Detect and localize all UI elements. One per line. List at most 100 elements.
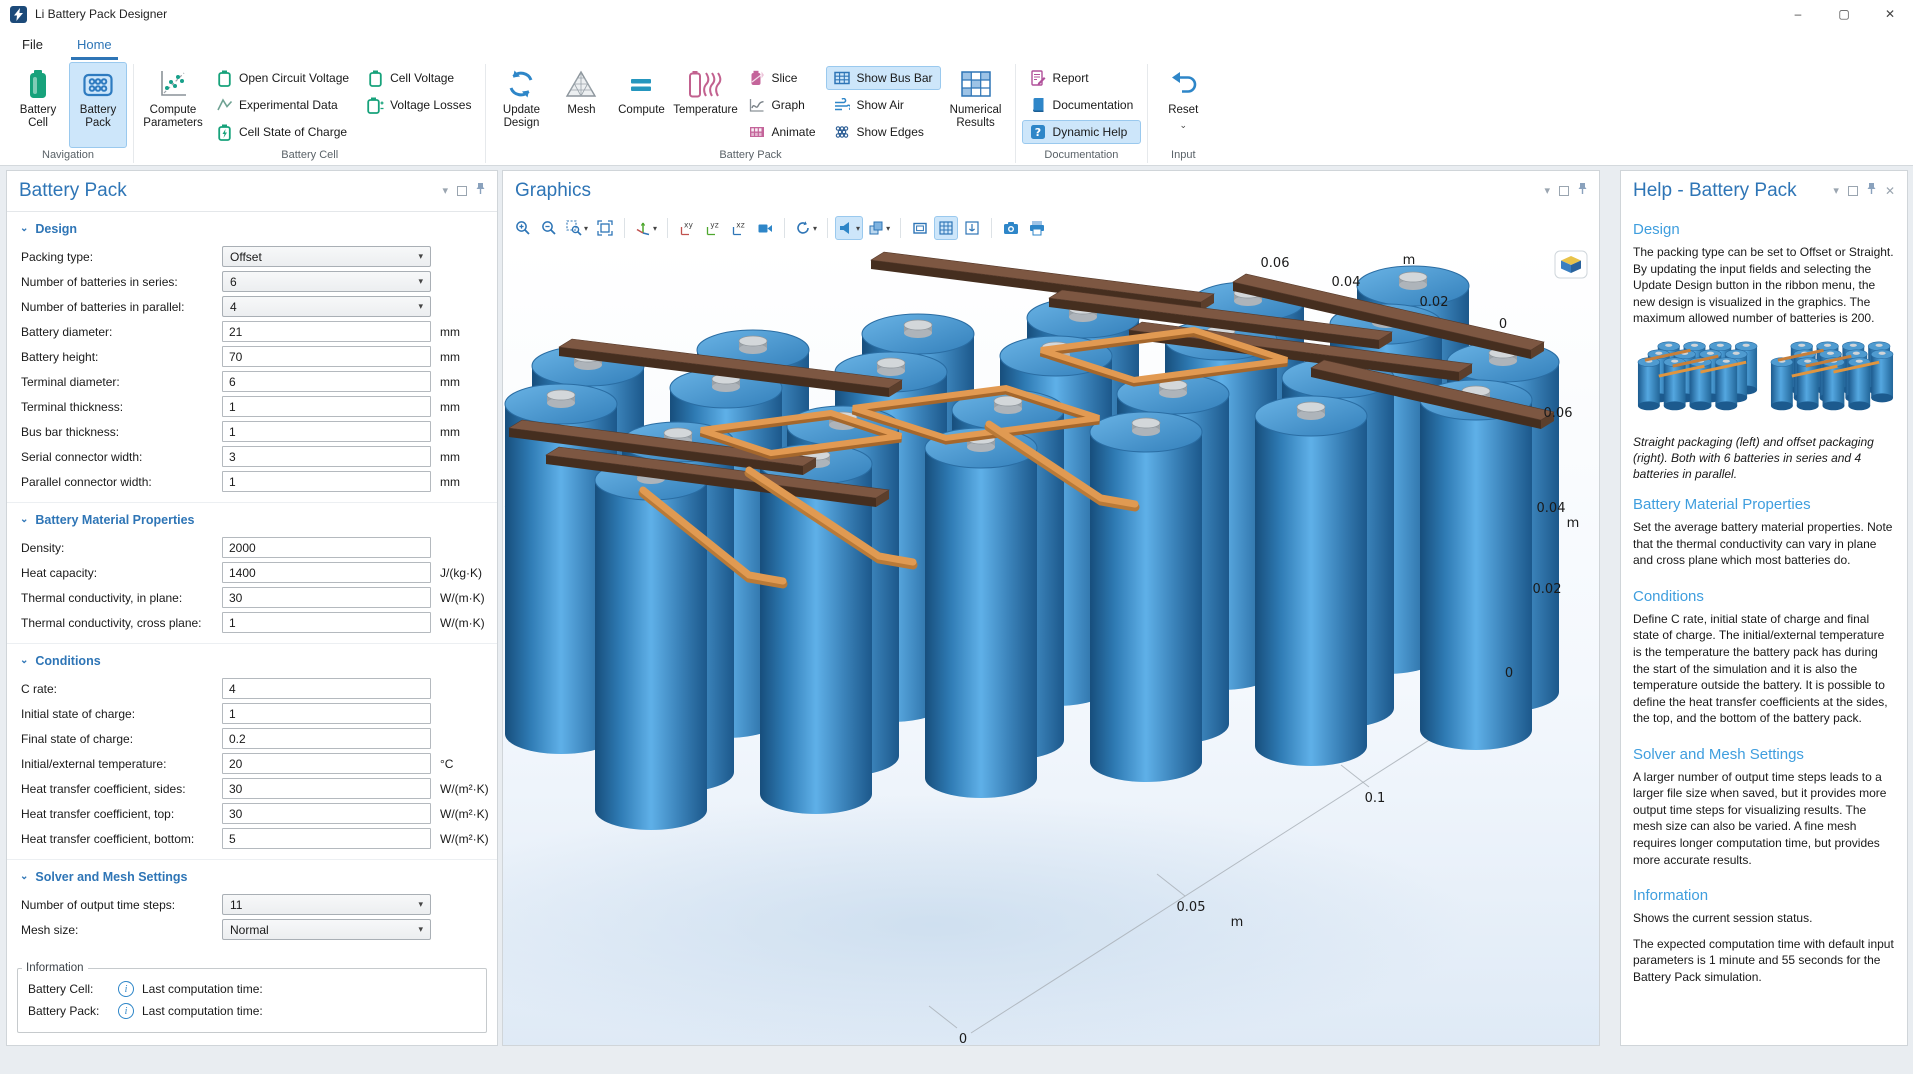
minimize-button[interactable]: – xyxy=(1775,0,1821,28)
tab-home[interactable]: Home xyxy=(71,33,118,60)
zoom-out-button[interactable] xyxy=(537,216,561,240)
heat-transfer-coefficient-bottom-input[interactable] xyxy=(222,828,431,849)
cell-state-of-charge-button[interactable]: Cell State of Charge xyxy=(208,120,357,144)
mesh-size-select[interactable]: Normal▾ xyxy=(222,919,431,940)
close-button[interactable]: ✕ xyxy=(1867,0,1913,28)
cell-voltage-icon xyxy=(367,70,384,87)
help-paragraph: Shows the current session status. xyxy=(1633,910,1895,927)
chevron-down-icon[interactable]: ▾ xyxy=(1544,186,1550,196)
battery-diameter-input[interactable] xyxy=(222,321,431,342)
section-heading-solver-and-mesh-settings[interactable]: ⌄Solver and Mesh Settings xyxy=(7,860,497,892)
view-yz-button[interactable]: yz xyxy=(701,216,725,240)
cell-voltage-button[interactable]: Cell Voltage xyxy=(359,66,479,90)
bus-bar-thickness-input[interactable] xyxy=(222,421,431,442)
heat-transfer-coefficient-sides-input[interactable] xyxy=(222,778,431,799)
slice-button[interactable]: Slice xyxy=(740,66,823,90)
experimental-data-button[interactable]: Experimental Data xyxy=(208,93,357,117)
compute-button[interactable]: Compute xyxy=(612,62,670,148)
print-icon xyxy=(1029,220,1045,236)
thermal-conductivity-in-plane-input[interactable] xyxy=(222,587,431,608)
mesh-button[interactable]: Mesh xyxy=(552,62,610,148)
temperature-button[interactable]: Temperature xyxy=(672,62,738,148)
print-button[interactable] xyxy=(1025,216,1049,240)
parallel-connector-width-input[interactable] xyxy=(222,471,431,492)
show-edges-icon xyxy=(834,125,851,139)
zoom-box-button[interactable]: ▾ xyxy=(563,216,591,240)
number-of-batteries-in-parallel-select[interactable]: 4▾ xyxy=(222,296,431,317)
update-design-button[interactable]: Update Design xyxy=(492,62,550,148)
section-heading-conditions[interactable]: ⌄Conditions xyxy=(7,644,497,676)
rotate-button[interactable]: ▾ xyxy=(792,216,820,240)
view-xz-button[interactable]: xz xyxy=(727,216,751,240)
float-panel-icon[interactable] xyxy=(1559,186,1569,196)
chevron-down-icon: ▾ xyxy=(418,924,423,935)
initial-state-of-charge-input[interactable] xyxy=(222,703,431,724)
tab-file[interactable]: File xyxy=(16,33,49,60)
number-of-batteries-in-series-select[interactable]: 6▾ xyxy=(222,271,431,292)
report-button[interactable]: Report xyxy=(1022,66,1142,90)
default-view-icon xyxy=(838,220,854,236)
show-air-button[interactable]: Show Air xyxy=(826,93,941,117)
initial-external-temperature-input[interactable] xyxy=(222,753,431,774)
heat-transfer-coefficient-top-input[interactable] xyxy=(222,803,431,824)
pin-icon[interactable] xyxy=(1578,182,1587,200)
open-circuit-voltage-button[interactable]: Open Circuit Voltage xyxy=(208,66,357,90)
graph-button[interactable]: Graph xyxy=(740,93,823,117)
show-axis-button[interactable] xyxy=(960,216,984,240)
chevron-down-icon: ▾ xyxy=(653,224,657,233)
battery-pack-button[interactable]: Battery Pack xyxy=(69,62,127,148)
field-row: Terminal thickness:mm xyxy=(7,394,497,419)
cell-voltage-label: Cell Voltage xyxy=(390,71,454,85)
battery-pack-icon xyxy=(83,68,113,100)
thermal-conductivity-cross-plane-input[interactable] xyxy=(222,612,431,633)
show-edges-button[interactable]: Show Edges xyxy=(826,120,941,144)
scene-light-button[interactable]: ▾ xyxy=(865,216,893,240)
svg-text:0.04: 0.04 xyxy=(1332,275,1361,290)
battery-cell-button[interactable]: Battery Cell xyxy=(9,62,67,148)
chevron-down-icon[interactable]: ▾ xyxy=(1833,186,1839,196)
packing-type-select[interactable]: Offset▾ xyxy=(222,246,431,267)
view-cube-widget[interactable] xyxy=(1555,251,1587,278)
screenshot-button[interactable] xyxy=(999,216,1023,240)
voltage-losses-button[interactable]: Voltage Losses xyxy=(359,93,479,117)
chevron-down-icon[interactable]: ▾ xyxy=(442,186,448,196)
zoom-extents-button[interactable] xyxy=(593,216,617,240)
perspective-button[interactable] xyxy=(753,216,777,240)
graphics-canvas[interactable]: 0.060.040.0200.060.040.0200.10.050mmm xyxy=(503,245,1599,1045)
numerical-results-button[interactable]: Numerical Results xyxy=(943,62,1009,148)
float-panel-icon[interactable] xyxy=(1848,186,1858,196)
default-view-button[interactable]: ▾ xyxy=(835,216,863,240)
dynamic-help-button[interactable]: ? Dynamic Help xyxy=(1022,120,1142,144)
reset-button[interactable]: Reset ⌄ xyxy=(1154,62,1212,148)
pin-icon[interactable] xyxy=(1867,182,1876,200)
serial-connector-width-input[interactable] xyxy=(222,446,431,467)
documentation-button[interactable]: Documentation xyxy=(1022,93,1142,117)
show-grid-button[interactable] xyxy=(934,216,958,240)
number-of-output-time-steps-select[interactable]: 11▾ xyxy=(222,894,431,915)
compute-parameters-button[interactable]: Compute Parameters xyxy=(140,62,206,148)
ribbon-separator xyxy=(133,64,134,163)
battery-height-input[interactable] xyxy=(222,346,431,367)
section-heading-battery-material-properties[interactable]: ⌄Battery Material Properties xyxy=(7,503,497,535)
view-xy-button[interactable]: xy xyxy=(675,216,699,240)
close-panel-icon[interactable]: ✕ xyxy=(1885,184,1895,198)
help-paragraph: A larger number of output time steps lea… xyxy=(1633,769,1895,868)
heat-capacity-input[interactable] xyxy=(222,562,431,583)
zoom-in-button[interactable] xyxy=(511,216,535,240)
final-state-of-charge-input[interactable] xyxy=(222,728,431,749)
terminal-diameter-input[interactable] xyxy=(222,371,431,392)
terminal-thickness-input[interactable] xyxy=(222,396,431,417)
pin-icon[interactable] xyxy=(476,182,485,200)
show-frame-icon xyxy=(912,220,928,236)
maximize-button[interactable]: ▢ xyxy=(1821,0,1867,28)
unit-label: W/(m²·K) xyxy=(440,832,489,846)
density-input[interactable] xyxy=(222,537,431,558)
section-heading-design[interactable]: ⌄Design xyxy=(7,212,497,244)
c-rate-input[interactable] xyxy=(222,678,431,699)
animate-button[interactable]: Animate xyxy=(740,120,823,144)
axis-orientation-button[interactable]: ▾ xyxy=(632,216,660,240)
show-bus-bar-button[interactable]: Show Bus Bar xyxy=(826,66,941,90)
ribbon-group-documentation: Report Documentation ? Dynamic Help Docu… xyxy=(1019,62,1145,165)
float-panel-icon[interactable] xyxy=(457,186,467,196)
show-frame-button[interactable] xyxy=(908,216,932,240)
